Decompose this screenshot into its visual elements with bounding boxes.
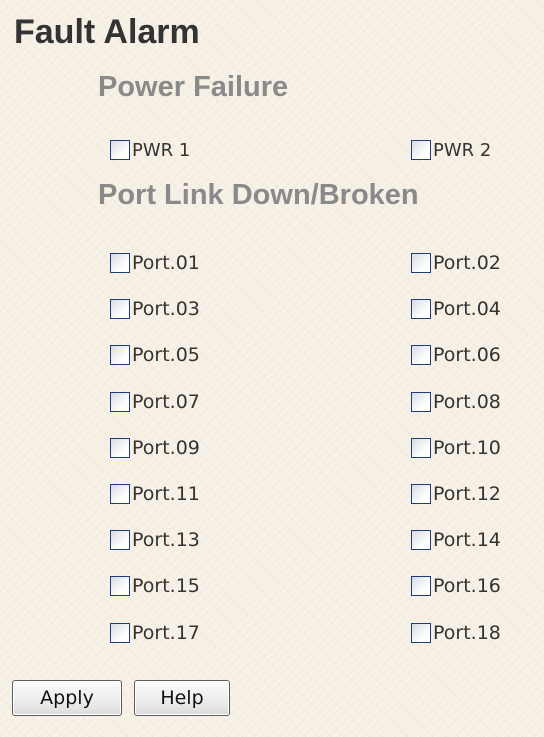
pwr2-option[interactable]: PWR 2: [411, 136, 491, 164]
port-option[interactable]: Port.11: [110, 480, 200, 508]
port-checkbox[interactable]: [110, 299, 130, 319]
pwr1-option[interactable]: PWR 1: [110, 136, 190, 164]
port-checkbox[interactable]: [110, 345, 130, 365]
port-checkbox[interactable]: [110, 253, 130, 273]
port-label: Port.13: [132, 529, 200, 551]
port-label: Port.06: [433, 344, 501, 366]
port-label: Port.05: [132, 344, 200, 366]
port-option[interactable]: Port.14: [411, 526, 501, 554]
port-option[interactable]: Port.03: [110, 295, 200, 323]
help-button[interactable]: Help: [134, 680, 230, 716]
port-label: Port.09: [132, 437, 200, 459]
port-option[interactable]: Port.07: [110, 388, 200, 416]
port-label: Port.02: [433, 252, 501, 274]
page-title: Fault Alarm: [14, 13, 200, 51]
pwr2-label: PWR 2: [433, 139, 492, 161]
port-option[interactable]: Port.05: [110, 341, 200, 369]
port-link-heading: Port Link Down/Broken: [98, 179, 419, 211]
port-label: Port.10: [433, 437, 501, 459]
port-checkbox[interactable]: [110, 623, 130, 643]
pwr2-checkbox[interactable]: [411, 140, 431, 160]
port-checkbox[interactable]: [411, 576, 431, 596]
port-checkbox[interactable]: [411, 253, 431, 273]
port-option[interactable]: Port.08: [411, 388, 501, 416]
pwr1-checkbox[interactable]: [110, 140, 130, 160]
port-option[interactable]: Port.10: [411, 434, 501, 462]
port-label: Port.12: [433, 483, 501, 505]
port-label: Port.03: [132, 298, 200, 320]
port-option[interactable]: Port.04: [411, 295, 501, 323]
port-checkbox[interactable]: [411, 299, 431, 319]
port-option[interactable]: Port.12: [411, 480, 501, 508]
port-label: Port.07: [132, 391, 200, 413]
port-label: Port.11: [132, 483, 200, 505]
port-checkbox[interactable]: [110, 392, 130, 412]
port-checkbox[interactable]: [411, 484, 431, 504]
port-option[interactable]: Port.06: [411, 341, 501, 369]
port-option[interactable]: Port.18: [411, 619, 501, 647]
port-option[interactable]: Port.17: [110, 619, 200, 647]
port-checkbox[interactable]: [411, 530, 431, 550]
port-checkbox[interactable]: [110, 576, 130, 596]
port-label: Port.14: [433, 529, 501, 551]
port-option[interactable]: Port.01: [110, 249, 200, 277]
port-label: Port.15: [132, 575, 200, 597]
power-failure-heading: Power Failure: [98, 71, 289, 103]
apply-button[interactable]: Apply: [12, 680, 122, 716]
port-checkbox[interactable]: [411, 438, 431, 458]
port-label: Port.18: [433, 622, 501, 644]
port-option[interactable]: Port.16: [411, 572, 501, 600]
pwr1-label: PWR 1: [132, 139, 191, 161]
port-checkbox[interactable]: [110, 484, 130, 504]
port-label: Port.01: [132, 252, 200, 274]
port-option[interactable]: Port.13: [110, 526, 200, 554]
port-option[interactable]: Port.02: [411, 249, 501, 277]
port-option[interactable]: Port.09: [110, 434, 200, 462]
port-label: Port.08: [433, 391, 501, 413]
port-checkbox[interactable]: [110, 530, 130, 550]
port-checkbox[interactable]: [110, 438, 130, 458]
port-label: Port.16: [433, 575, 501, 597]
port-checkbox[interactable]: [411, 345, 431, 365]
port-label: Port.17: [132, 622, 200, 644]
port-option[interactable]: Port.15: [110, 572, 200, 600]
port-checkbox[interactable]: [411, 623, 431, 643]
port-checkbox[interactable]: [411, 392, 431, 412]
port-label: Port.04: [433, 298, 501, 320]
